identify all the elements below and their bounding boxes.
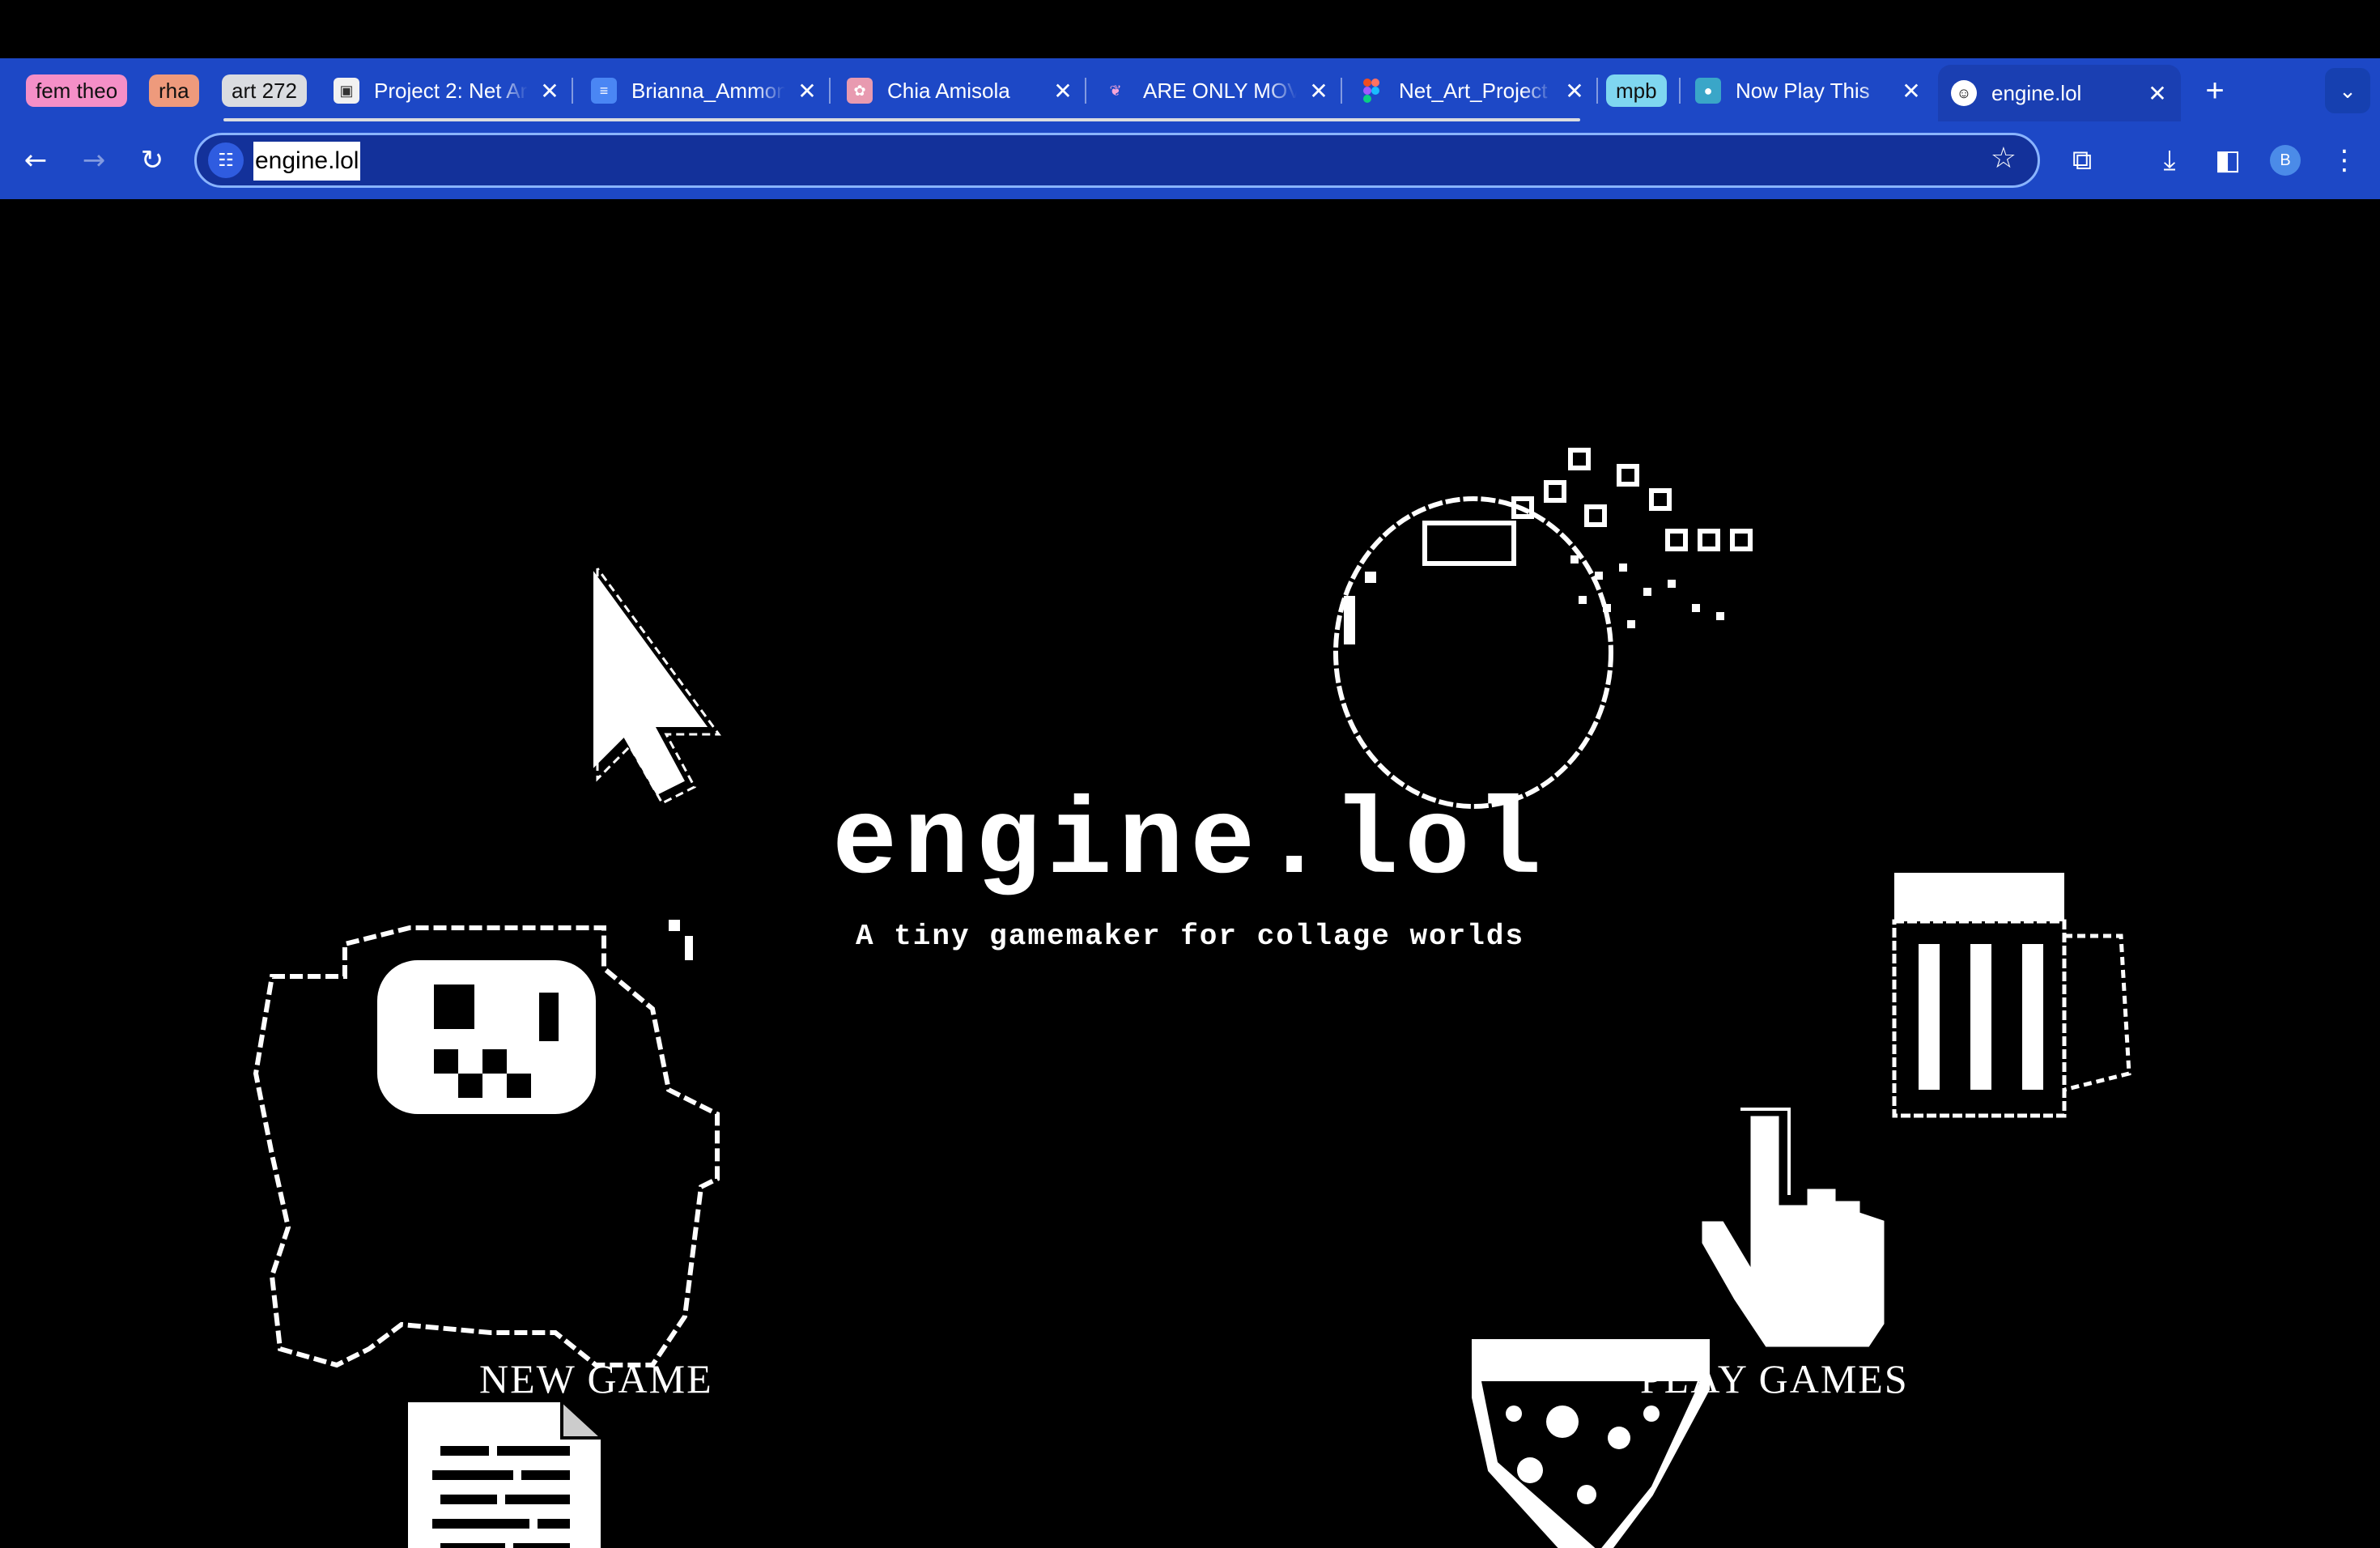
tab-separator [1085, 78, 1086, 104]
pointing-hand-sprite [1698, 1108, 1889, 1351]
tab-are-only-movies[interactable]: ❦ ARE ONLY MOVIES ✕ [1103, 66, 1332, 115]
feather-icon: ❦ [1109, 82, 1122, 99]
extensions-icon[interactable]: ⧉ [2063, 141, 2102, 180]
tab-title: engine.lol [1991, 80, 2082, 105]
close-icon[interactable]: ✕ [1049, 77, 1077, 104]
close-icon[interactable]: ✕ [1561, 77, 1588, 104]
reload-button[interactable]: ↻ [133, 141, 172, 180]
tab-group-mpb[interactable]: mpb [1606, 74, 1667, 107]
tab-search-button[interactable]: ⌄ [2325, 68, 2370, 113]
tab-brianna-ammon[interactable]: ≡ Brianna_Ammon ✕ [591, 66, 821, 115]
tab-project-2[interactable]: ▣ Project 2: Net Art ✕ [334, 66, 563, 115]
close-icon[interactable]: ✕ [793, 77, 821, 104]
engine-lol-page: engine.lol A tiny gamemaker for collage … [0, 199, 2380, 1548]
download-icon[interactable]: ⤓ [2150, 141, 2189, 180]
bookmark-star-icon[interactable]: ☆ [1991, 142, 2017, 175]
forward-button[interactable]: → [74, 141, 113, 180]
tab-separator [829, 78, 831, 104]
tab-title: Brianna_Ammon [631, 78, 785, 103]
back-button[interactable]: ← [16, 141, 55, 180]
close-icon[interactable]: ✕ [2144, 79, 2171, 107]
site-icon: ● [1695, 78, 1721, 104]
window-titlebar [0, 0, 2380, 58]
arrow-cursor-sprite [589, 555, 721, 805]
floppy-icon: ▣ [334, 78, 359, 104]
menu-kebab-icon[interactable]: ⋮ [2325, 141, 2364, 180]
tab-separator [1596, 78, 1598, 104]
tab-now-play-this[interactable]: ● Now Play This ✕ [1695, 66, 1925, 115]
site-icon: ✿ [847, 78, 873, 104]
new-game-link[interactable]: NEW GAME [479, 1355, 713, 1402]
tab-title: Now Play This [1736, 78, 1870, 103]
url-text[interactable]: engine.lol [253, 142, 361, 181]
tab-group-art-272[interactable]: art 272 [222, 74, 307, 107]
play-games-link[interactable]: PLAY GAMES [1640, 1355, 1909, 1402]
docs-icon: ≡ [591, 78, 617, 104]
engine-icon: ☺ [1951, 80, 1977, 106]
tab-group-art-272-underline [223, 118, 1580, 121]
profile-avatar[interactable]: B [2270, 145, 2301, 176]
tab-title: Project 2: Net Art [374, 78, 528, 103]
close-icon[interactable]: ✕ [1898, 77, 1925, 104]
address-bar[interactable]: ☷ engine.lol ☆ [194, 133, 2040, 188]
tab-engine-lol[interactable]: ☺ engine.lol ✕ [1938, 65, 2181, 121]
tab-group-rha[interactable]: rha [149, 74, 199, 107]
tab-separator [572, 78, 573, 104]
tab-net-art-project[interactable]: Net_Art_Project ✕ [1358, 66, 1588, 115]
close-icon[interactable]: ✕ [1305, 77, 1332, 104]
tab-separator [1341, 78, 1342, 104]
tab-group-fem-theo[interactable]: fem theo [26, 74, 128, 107]
skull-creature-sprite [253, 920, 720, 1368]
close-icon[interactable]: ✕ [536, 77, 563, 104]
tab-title: Chia Amisola [887, 78, 1010, 103]
tab-title: Net_Art_Project [1399, 78, 1548, 103]
tab-separator [1679, 78, 1681, 104]
tab-title: ARE ONLY MOVIES [1143, 78, 1297, 103]
chevron-down-icon: ⌄ [2339, 78, 2357, 103]
site-info-icon[interactable]: ☷ [208, 142, 244, 178]
page-title: engine.lol [831, 782, 1549, 905]
page-tagline: A tiny gamemaker for collage worlds [855, 920, 1525, 953]
document-sprite [405, 1397, 607, 1548]
tab-chia-amisola[interactable]: ✿ Chia Amisola ✕ [847, 66, 1077, 115]
side-panel-icon[interactable]: ◧ [2208, 141, 2247, 180]
new-tab-button[interactable]: + [2192, 66, 2238, 115]
figma-icon [1358, 78, 1384, 104]
